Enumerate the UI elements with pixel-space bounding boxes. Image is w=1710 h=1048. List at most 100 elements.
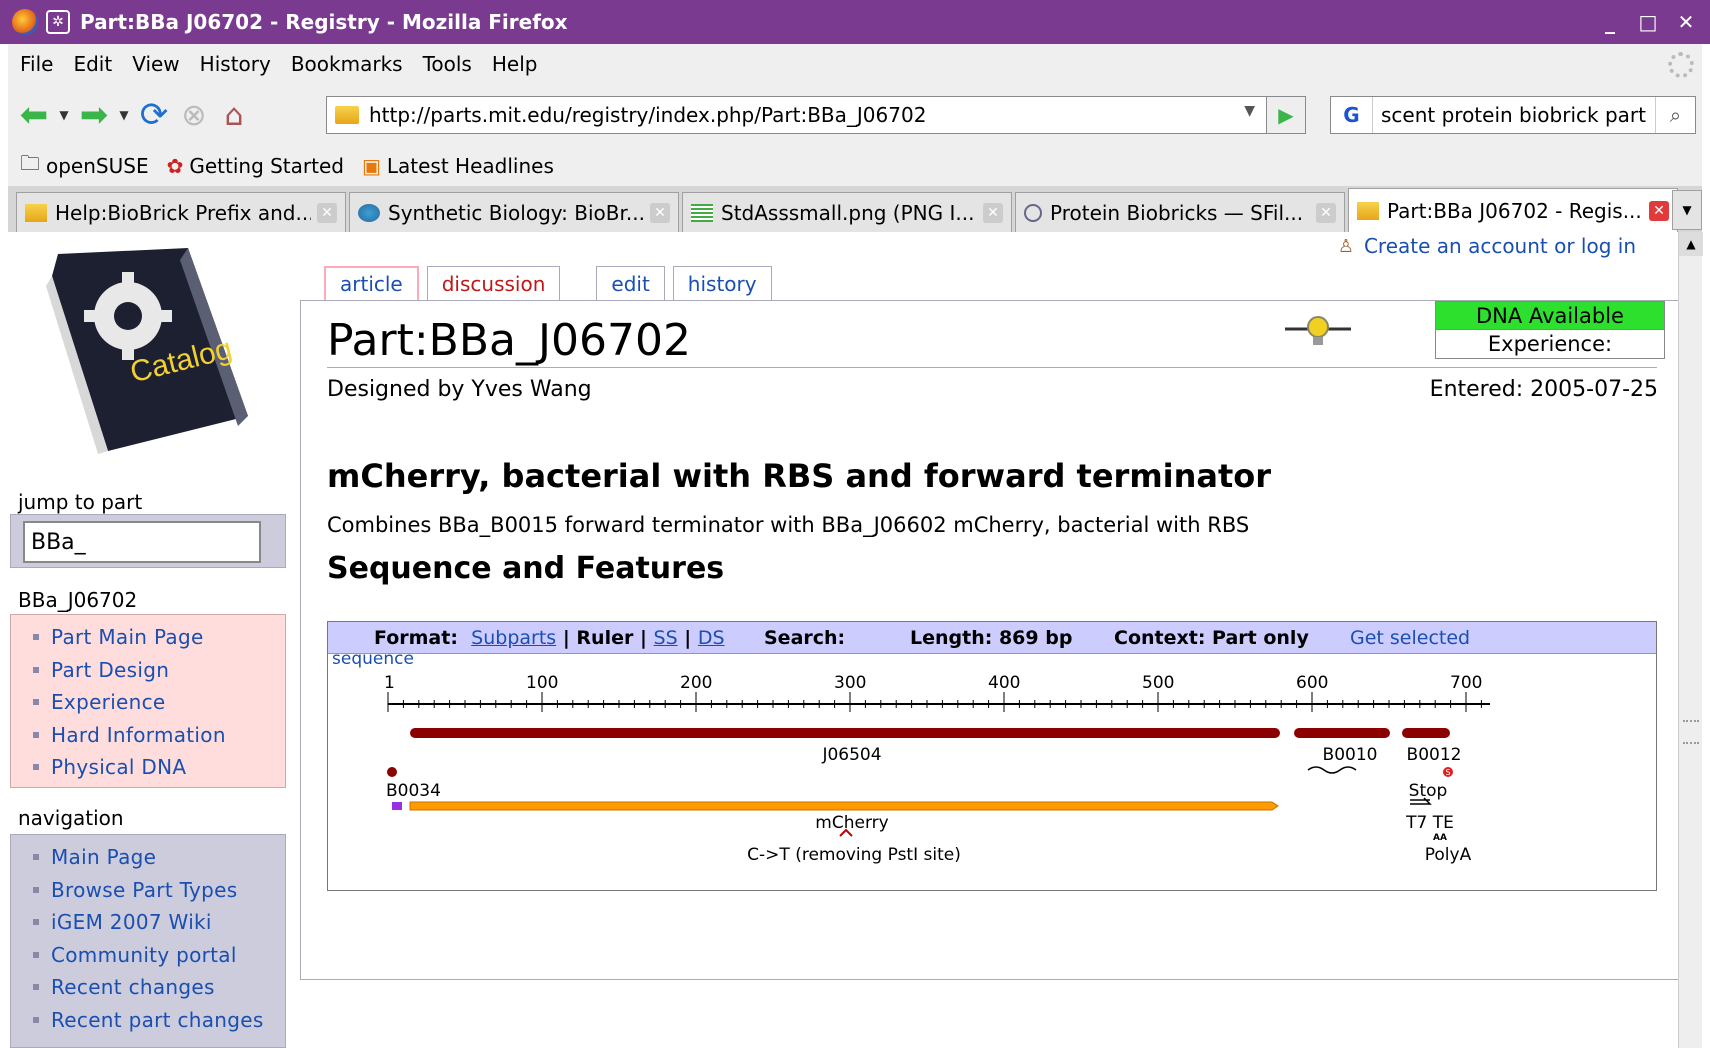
window-menu-icon[interactable]: ✲ <box>46 10 70 34</box>
lightbulb-icon <box>1285 316 1351 345</box>
tab-list-dropdown-icon[interactable]: ▼ <box>1672 190 1702 230</box>
sidebar-item-igem-2007-wiki[interactable]: iGEM 2007 Wiki <box>33 906 285 939</box>
menu-history[interactable]: History <box>200 52 271 76</box>
jump-to-part-box <box>10 514 286 568</box>
b0034-label: B0034 <box>386 781 441 801</box>
url-text[interactable]: http://parts.mit.edu/registry/index.php/… <box>369 103 926 127</box>
login-text[interactable]: Create an account or log in <box>1364 234 1636 258</box>
format-label: Format: <box>374 627 458 649</box>
tab-close-icon[interactable]: ✕ <box>650 202 670 223</box>
terminator-wave-icon <box>1307 766 1357 774</box>
tab-stdasssmall-png[interactable]: StdAsssmall.png (PNG I... ✕ <box>682 192 1012 232</box>
sequence-ruler: 1 100 200 300 400 500 600 700 <box>384 673 1490 712</box>
tab-close-icon[interactable]: ✕ <box>983 202 1003 223</box>
catalog-logo[interactable]: Catalog <box>38 246 258 456</box>
b0034-site-dot[interactable] <box>387 767 397 777</box>
tab-article[interactable]: article <box>324 266 419 300</box>
vertical-scrollbar[interactable]: ▲ <box>1678 232 1703 1048</box>
rbs-marker[interactable] <box>392 802 402 810</box>
sidebar-item-main-page[interactable]: Main Page <box>33 841 285 874</box>
menu-help[interactable]: Help <box>492 52 538 76</box>
tab-close-icon[interactable]: ✕ <box>317 202 337 223</box>
tab-close-icon[interactable]: ✕ <box>1316 202 1336 223</box>
tab-history[interactable]: history <box>672 266 772 300</box>
sidebar-item-recent-part-changes[interactable]: Recent part changes <box>33 1004 285 1037</box>
login-link[interactable]: ♙ Create an account or log in <box>1338 234 1636 258</box>
sidebar-item-experience[interactable]: Experience <box>33 686 285 719</box>
ruler-tick-label: 1 <box>384 673 395 693</box>
j06504-feature-bar[interactable] <box>410 728 1280 738</box>
search-engine-icon[interactable]: G <box>1331 97 1373 133</box>
tab-label: Synthetic Biology: BioBr... <box>388 200 644 225</box>
bookmark-label: openSUSE <box>46 154 149 178</box>
mutation-label: C->T (removing PstI site) <box>747 845 961 865</box>
search-label[interactable]: Search: <box>764 627 845 649</box>
tab-synthetic-biology[interactable]: Synthetic Biology: BioBr... ✕ <box>349 192 679 232</box>
bookmark-latest-headlines[interactable]: ▣ Latest Headlines <box>362 154 554 178</box>
experience-field: Experience: <box>1487 332 1613 356</box>
page-title: Part:BBa_J06702 <box>327 315 691 366</box>
url-history-dropdown-icon[interactable]: ▼ <box>1244 103 1255 119</box>
ruler-tick-label: 700 <box>1450 673 1482 693</box>
bookmark-label: Latest Headlines <box>386 154 554 178</box>
jump-to-part-input[interactable] <box>23 521 261 563</box>
url-bar[interactable]: http://parts.mit.edu/registry/index.php/… <box>326 96 1306 134</box>
sidebar-item-part-design[interactable]: Part Design <box>33 654 285 687</box>
menu-edit[interactable]: Edit <box>73 52 112 76</box>
maximize-button[interactable]: □ <box>1632 6 1664 38</box>
ds-link[interactable]: DS <box>698 627 725 649</box>
tab-edit[interactable]: edit <box>596 266 665 300</box>
sequence-link[interactable]: sequence <box>332 654 414 669</box>
scroll-up-arrow-icon[interactable]: ▲ <box>1679 232 1703 256</box>
sidebar-item-hard-information[interactable]: Hard Information <box>33 719 285 752</box>
search-magnifier-icon[interactable]: ⌕ <box>1655 97 1695 133</box>
bookmark-opensuse[interactable]: 🗀 openSUSE <box>20 149 149 183</box>
forward-history-dropdown-icon[interactable]: ▼ <box>114 95 134 135</box>
back-history-dropdown-icon[interactable]: ▼ <box>54 95 74 135</box>
site-favicon-icon <box>335 106 359 124</box>
aa-mark: AA <box>1433 833 1447 843</box>
reload-icon[interactable]: ⟳ <box>134 95 174 135</box>
tab-part-bba-j06702[interactable]: Part:BBa J06702 - Regis... ✕ <box>1348 188 1678 232</box>
openwetware-icon <box>1024 203 1042 222</box>
menu-tools[interactable]: Tools <box>423 52 472 76</box>
bookmarks-toolbar: 🗀 openSUSE ✿ Getting Started ▣ Latest Headl… <box>8 146 1702 186</box>
go-arrow-icon[interactable]: ▶ <box>1266 96 1306 134</box>
ruler-tick-label: 200 <box>680 673 712 693</box>
sidebar-item-part-main-page[interactable]: Part Main Page <box>33 621 285 654</box>
stop-icon[interactable]: ⊗ <box>174 95 214 135</box>
tab-bar: Help:BioBrick Prefix and... ✕ Synthetic … <box>8 186 1702 232</box>
search-bar[interactable]: G scent protein biobrick part ⌕ <box>1330 96 1696 134</box>
stop-label: Stop <box>1409 781 1448 801</box>
minimize-button[interactable]: _ <box>1594 6 1626 38</box>
tab-protein-biobricks[interactable]: Protein Biobricks — SFil... ✕ <box>1015 192 1345 232</box>
ss-link[interactable]: SS <box>654 627 678 649</box>
close-button[interactable]: ✕ <box>1670 6 1702 38</box>
menu-view[interactable]: View <box>132 52 179 76</box>
forward-arrow-icon[interactable]: ➡ <box>74 95 114 135</box>
bookmark-getting-started[interactable]: ✿ Getting Started <box>167 154 344 178</box>
image-icon <box>691 203 713 222</box>
search-query[interactable]: scent protein biobrick part <box>1373 103 1653 127</box>
scroll-grip-icon[interactable] <box>1683 720 1699 744</box>
menu-file[interactable]: File <box>20 52 53 76</box>
tab-help-biobrick[interactable]: Help:BioBrick Prefix and... ✕ <box>16 192 346 232</box>
menu-bookmarks[interactable]: Bookmarks <box>291 52 403 76</box>
get-selected-link[interactable]: Get selected <box>1350 627 1470 649</box>
tab-discussion[interactable]: discussion <box>426 266 561 300</box>
b0012-feature-bar[interactable] <box>1402 728 1450 738</box>
tab-close-icon[interactable]: ✕ <box>1649 200 1669 221</box>
ruler-option[interactable]: Ruler <box>576 627 633 649</box>
designer-text: Designed by Yves Wang <box>327 377 592 402</box>
sidebar-item-browse-part-types[interactable]: Browse Part Types <box>33 874 285 907</box>
sidebar-item-community-portal[interactable]: Community portal <box>33 939 285 972</box>
ruler-tick-label: 300 <box>834 673 866 693</box>
home-icon[interactable]: ⌂ <box>214 95 254 135</box>
sidebar-item-physical-dna[interactable]: Physical DNA <box>33 751 285 784</box>
b0010-feature-bar[interactable] <box>1294 728 1390 738</box>
separator: | <box>684 627 692 649</box>
sidebar-item-recent-changes[interactable]: Recent changes <box>33 971 285 1004</box>
back-arrow-icon[interactable]: ⬅ <box>14 95 54 135</box>
subparts-link[interactable]: Subparts <box>471 627 556 649</box>
mcherry-cds-arrow[interactable] <box>409 801 1279 811</box>
